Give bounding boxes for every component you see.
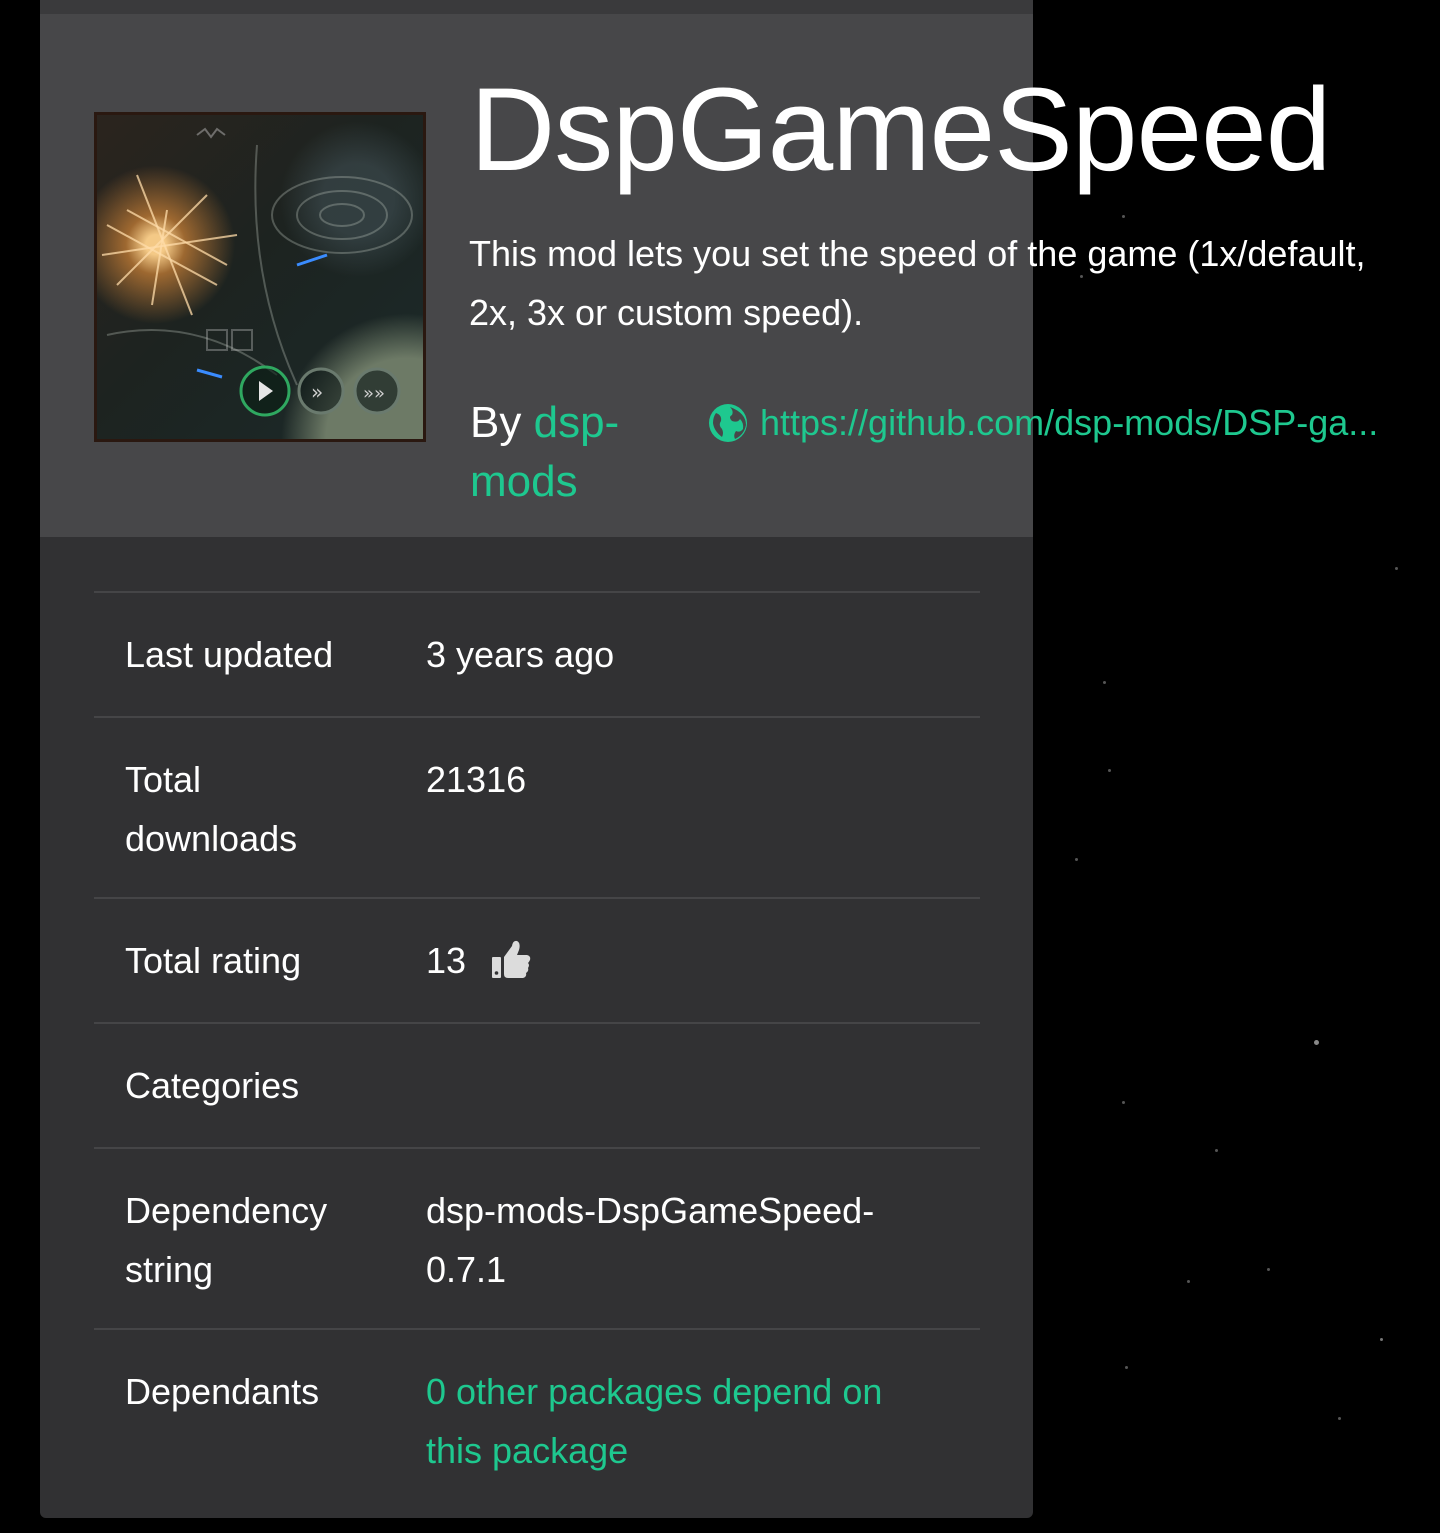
package-title: DspGameSpeed — [470, 64, 1331, 196]
total-rating-cell: 13 — [426, 931, 980, 990]
dependants-link[interactable]: 0 other packages depend on this package — [426, 1371, 882, 1471]
star — [1125, 1366, 1128, 1369]
website: https://github.com/dsp-mods/DSP-ga... — [708, 398, 1428, 448]
star — [1395, 567, 1398, 570]
package-description: This mod lets you set the speed of the g… — [469, 233, 1366, 333]
row-last-updated: Last updated 3 years ago — [94, 593, 980, 718]
dependency-string-label: Dependency string — [125, 1190, 328, 1290]
categories-value — [426, 1056, 980, 1115]
star — [1314, 1040, 1319, 1045]
total-downloads-label: Total downloads — [125, 759, 298, 859]
categories-label: Categories — [125, 1065, 300, 1106]
last-updated-label: Last updated — [125, 634, 334, 675]
package-card: » »» DspGameSpeed This mod lets you set … — [40, 14, 1378, 1518]
dependants-label: Dependants — [125, 1371, 320, 1412]
svg-text:»: » — [311, 380, 323, 404]
package-header: » »» DspGameSpeed This mod lets you set … — [40, 14, 1378, 537]
globe-icon — [709, 404, 747, 442]
thumbnail-art: » »» — [101, 127, 413, 417]
row-total-rating: Total rating 13 — [94, 899, 980, 1024]
star — [1075, 858, 1078, 861]
star — [1215, 1149, 1218, 1152]
star — [1187, 1280, 1190, 1283]
star — [1122, 215, 1125, 218]
row-dependants: Dependants 0 other packages depend on th… — [94, 1330, 980, 1512]
total-rating-label: Total rating — [125, 940, 302, 981]
dependency-string-value: dsp-mods-DspGameSpeed-0.7.1 — [426, 1190, 875, 1290]
thumbs-up-icon[interactable] — [490, 938, 532, 980]
row-dependency-string: Dependency string dsp-mods-DspGameSpeed-… — [94, 1149, 980, 1330]
star — [1122, 1101, 1125, 1104]
row-total-downloads: Total downloads 21316 — [94, 718, 980, 899]
star — [1380, 1338, 1383, 1341]
last-updated-value: 3 years ago — [426, 634, 615, 675]
package-thumbnail: » »» — [94, 112, 426, 442]
dependants-cell: 0 other packages depend on this package — [426, 1362, 980, 1480]
svg-text:»»: »» — [363, 383, 385, 404]
website-link[interactable]: https://github.com/dsp-mods/DSP-ga... — [760, 402, 1428, 444]
star — [1108, 769, 1111, 772]
total-rating-value: 13 — [426, 940, 467, 981]
total-downloads-value: 21316 — [426, 759, 527, 800]
star — [1103, 681, 1106, 684]
star — [1267, 1268, 1270, 1271]
author-byline: By dsp-mods — [470, 393, 670, 511]
row-categories: Categories — [94, 1024, 980, 1149]
by-label: By — [470, 398, 522, 447]
details-table: Last updated 3 years ago Total downloads… — [94, 591, 980, 1512]
top-strip — [40, 0, 1033, 14]
star — [1338, 1417, 1341, 1420]
